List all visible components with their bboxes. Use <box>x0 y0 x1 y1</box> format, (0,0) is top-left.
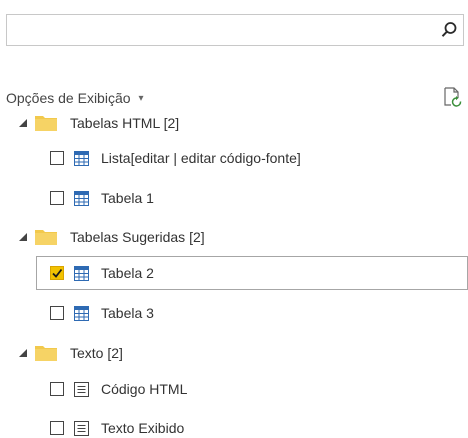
tree-item-tabela-1[interactable]: Tabela 1 <box>50 181 154 215</box>
item-checkbox[interactable] <box>50 151 64 165</box>
folder-label: Texto [2] <box>70 345 123 361</box>
folder-icon <box>35 346 57 361</box>
table-icon <box>74 150 89 166</box>
table-icon <box>74 190 89 206</box>
tree-item-tabela-2[interactable]: Tabela 2 <box>36 256 468 290</box>
expand-triangle-icon[interactable] <box>18 232 28 242</box>
table-icon <box>74 305 89 321</box>
expand-triangle-icon[interactable] <box>18 118 28 128</box>
item-label: Tabela 1 <box>101 190 154 206</box>
item-label: Tabela 2 <box>101 265 154 281</box>
tree-item-codigo-html[interactable]: Código HTML <box>50 372 187 406</box>
folder-icon <box>35 230 57 245</box>
item-label: Texto Exibido <box>101 420 185 436</box>
text-document-icon <box>74 381 89 397</box>
refresh-icon[interactable] <box>442 86 462 108</box>
tree-item-texto-exibido[interactable]: Texto Exibido <box>50 411 184 438</box>
check-icon <box>52 268 63 278</box>
tree-item-lista[interactable]: Lista[editar | editar código-fonte] <box>50 141 301 175</box>
folder-texto[interactable]: Texto [2] <box>18 336 123 370</box>
tree-item-tabela-3[interactable]: Tabela 3 <box>50 296 154 330</box>
search-input[interactable] <box>13 19 437 43</box>
folder-tabelas-sugeridas[interactable]: Tabelas Sugeridas [2] <box>18 220 205 254</box>
item-checkbox[interactable] <box>50 421 64 435</box>
folder-tabelas-html[interactable]: Tabelas HTML [2] <box>18 106 179 140</box>
item-checkbox-checked[interactable] <box>50 266 64 280</box>
chevron-down-icon: ▾ <box>138 92 144 104</box>
item-checkbox[interactable] <box>50 306 64 320</box>
folder-label: Tabelas Sugeridas [2] <box>70 229 205 245</box>
display-options-dropdown[interactable]: Opções de Exibição ▾ <box>6 90 144 106</box>
navigator-panel: Opções de Exibição ▾ Tabelas HTML [2] Li… <box>0 0 468 438</box>
display-options-label: Opções de Exibição <box>6 90 131 106</box>
folder-icon <box>35 116 57 131</box>
expand-triangle-icon[interactable] <box>18 348 28 358</box>
folder-label: Tabelas HTML [2] <box>70 115 180 131</box>
item-label: Código HTML <box>101 381 188 397</box>
item-label: Lista[editar | editar código-fonte] <box>101 150 301 166</box>
item-label: Tabela 3 <box>101 305 154 321</box>
table-icon <box>74 265 89 281</box>
item-checkbox[interactable] <box>50 382 64 396</box>
text-document-icon <box>74 420 89 436</box>
search-box[interactable] <box>6 14 464 46</box>
item-checkbox[interactable] <box>50 191 64 205</box>
search-icon[interactable] <box>439 20 459 40</box>
